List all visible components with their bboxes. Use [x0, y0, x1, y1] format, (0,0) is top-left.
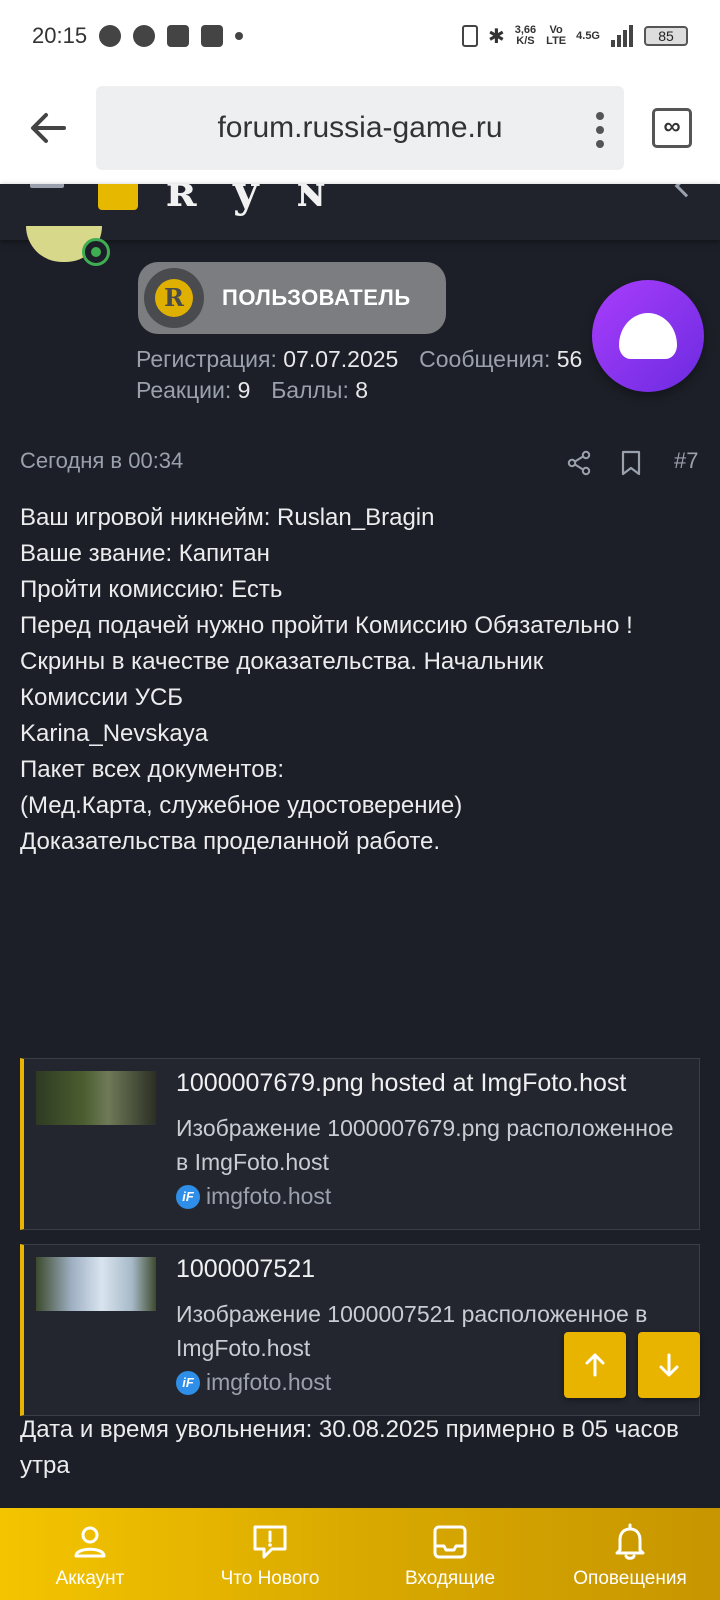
bottom-navigation: Аккаунт Что Нового Входящие Оповещения: [0, 1508, 720, 1600]
post-line: Доказательства проделанной работе.: [20, 828, 441, 855]
post-line: Ваш игровой никнейм: Ruslan_Bragin: [20, 504, 435, 531]
post-line: Karina_Nevskaya: [20, 720, 209, 747]
battery-indicator: 85: [644, 26, 688, 46]
url-text: forum.russia-game.ru: [217, 111, 503, 144]
nav-whats-new-label: Что Нового: [220, 1568, 320, 1589]
messages-label: Сообщения:: [419, 346, 551, 372]
post-line: Перед подачей нужно пройти Комиссию Обяз…: [20, 612, 633, 639]
post-line: Комиссии УСБ: [20, 684, 184, 711]
forum-header: ʀ у ɴ: [0, 184, 720, 240]
tabs-button[interactable]: ∞: [652, 108, 692, 148]
nav-inbox[interactable]: Входящие: [360, 1508, 540, 1600]
embed-thumbnail[interactable]: [36, 1071, 156, 1125]
message-icon: [133, 25, 156, 47]
dismissal-date-text: Дата и время увольнения: 30.08.2025 прим…: [20, 1416, 679, 1479]
embed-description: Изображение 1000007679.png расположенное…: [176, 1115, 674, 1175]
nav-alerts-label: Оповещения: [573, 1568, 687, 1589]
nav-alerts[interactable]: Оповещения: [540, 1508, 720, 1600]
arrow-down-icon: [659, 1353, 679, 1377]
more-notifications-icon: [235, 32, 244, 40]
voice-assistant-button[interactable]: [592, 280, 704, 392]
nav-account-label: Аккаунт: [55, 1568, 125, 1589]
online-status-icon: [82, 238, 110, 266]
post-date[interactable]: Сегодня в 00:34: [20, 448, 183, 474]
scroll-down-button[interactable]: [638, 1332, 700, 1398]
browser-toolbar: forum.russia-game.ru ∞: [0, 72, 720, 184]
status-time: 20:15: [32, 23, 88, 48]
embed-source[interactable]: iF imgfoto.host: [176, 1183, 331, 1210]
bluetooth-icon: ✱: [487, 25, 505, 48]
alert-message-icon: [253, 1525, 287, 1559]
post-content: Ваш игровой никнейм: Ruslan_Bragin Ваше …: [20, 500, 710, 860]
embed-source[interactable]: iF imgfoto.host: [176, 1369, 331, 1396]
post-number-link[interactable]: #7: [674, 448, 698, 474]
search-icon[interactable]: [674, 184, 698, 198]
vibrate-icon: [461, 25, 478, 47]
embed-title[interactable]: 1000007521: [176, 1255, 315, 1284]
forum-logo-icon[interactable]: [98, 184, 138, 210]
youtube-icon: [201, 25, 224, 47]
assistant-icon: [619, 313, 677, 359]
share-icon[interactable]: [566, 450, 592, 476]
points-label: Баллы:: [271, 377, 349, 403]
registration-value: 07.07.2025: [283, 346, 399, 372]
signal-label: 4.5G: [576, 29, 600, 42]
whatsapp-icon: [99, 25, 122, 47]
nav-whats-new[interactable]: Что Нового: [180, 1508, 360, 1600]
signal-icon: [611, 25, 633, 47]
scroll-up-button[interactable]: [564, 1332, 626, 1398]
more-menu-icon[interactable]: [596, 112, 604, 148]
role-emblem-icon: R: [144, 268, 204, 328]
points-value: 8: [355, 377, 369, 403]
post-line: Пройти комиссию: Есть: [20, 576, 283, 603]
reactions-label: Реакции:: [136, 377, 232, 403]
address-bar[interactable]: forum.russia-game.ru: [96, 86, 624, 170]
post-line: Ваше звание: Капитан: [20, 540, 270, 567]
post-line: (Мед.Карта, служебное удостоверение): [20, 792, 463, 819]
embed-source-label: imgfoto.host: [206, 1369, 332, 1395]
user-icon: [74, 1526, 106, 1558]
reactions-value: 9: [237, 377, 251, 403]
inbox-icon: [433, 1525, 467, 1559]
volte-indicator: Vo LTE: [546, 24, 567, 47]
link-embed-card[interactable]: 1000007679.png hosted at ImgFoto.host Из…: [20, 1058, 700, 1230]
imgfoto-favicon-icon: iF: [176, 1184, 200, 1209]
registration-label: Регистрация:: [136, 346, 277, 372]
bell-icon: [615, 1523, 645, 1560]
embed-title[interactable]: 1000007679.png hosted at ImgFoto.host: [176, 1069, 626, 1098]
nav-account[interactable]: Аккаунт: [0, 1508, 180, 1600]
post-line: Пакет всех документов:: [20, 756, 284, 783]
back-arrow-icon[interactable]: [26, 106, 70, 150]
user-role-badge: R ПОЛЬЗОВАТЕЛЬ: [138, 262, 446, 334]
post-line: Скрины в качестве доказательства. Началь…: [20, 648, 544, 675]
status-bar: 20:15 ✱ 3,66 K/S Vo LTE 4.5G 85: [0, 0, 720, 72]
news-icon: [167, 25, 190, 47]
embed-source-label: imgfoto.host: [206, 1183, 332, 1209]
nav-inbox-label: Входящие: [404, 1568, 496, 1589]
embed-thumbnail[interactable]: [36, 1257, 156, 1311]
arrow-up-icon: [585, 1353, 605, 1377]
imgfoto-favicon-icon: iF: [176, 1370, 200, 1395]
hamburger-menu-icon[interactable]: [30, 184, 64, 188]
role-label: ПОЛЬЗОВАТЕЛЬ: [222, 285, 411, 310]
forum-logo-text: ʀ у ɴ: [166, 184, 337, 217]
network-speed: 3,66 K/S: [514, 24, 537, 47]
messages-value: 56: [556, 346, 583, 372]
bookmark-icon[interactable]: [620, 450, 642, 476]
